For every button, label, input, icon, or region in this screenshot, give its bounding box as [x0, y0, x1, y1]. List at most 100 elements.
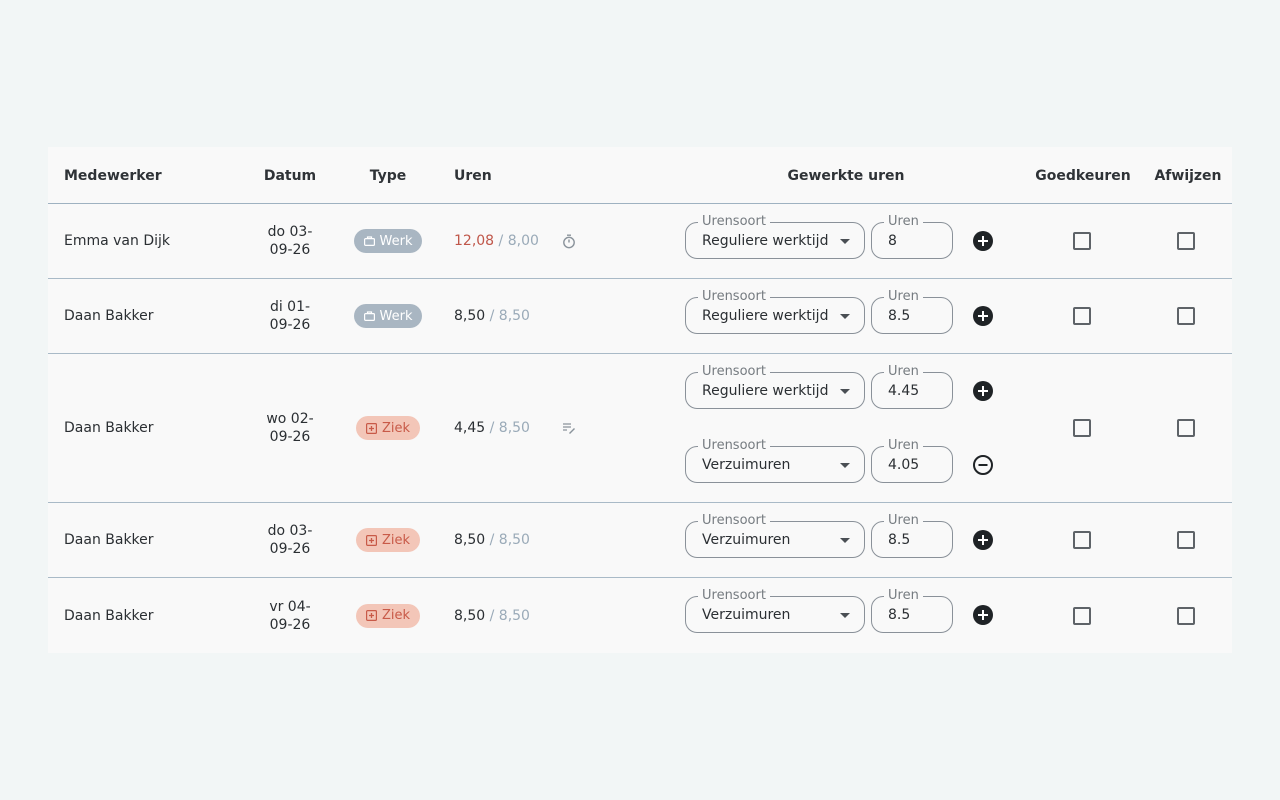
hours-input-label: Uren — [884, 364, 923, 380]
hour-type-value: Reguliere werktijd — [702, 383, 829, 399]
reject-checkbox[interactable] — [1177, 307, 1195, 325]
hour-type-value: Verzuimuren — [702, 457, 791, 473]
hour-entry: Urensoort Verzuimuren Uren 8.5 — [685, 513, 1005, 561]
hour-type-select[interactable]: Urensoort Reguliere werktijd — [685, 214, 865, 259]
column-header-approve: Goedkeuren — [1035, 167, 1131, 184]
stopwatch-icon[interactable] — [562, 234, 576, 249]
hours-value: 4,45 / 8,50 — [454, 420, 530, 436]
hours-input-label: Uren — [884, 289, 923, 305]
column-header-reject: Afwijzen — [1154, 167, 1222, 184]
employee-name: Daan Bakker — [64, 420, 154, 436]
hours-input[interactable]: Uren 8.5 — [871, 289, 953, 334]
approve-checkbox[interactable] — [1073, 531, 1091, 549]
medical-icon — [365, 610, 377, 621]
hour-entry: Urensoort Verzuimuren Uren 8.5 — [685, 588, 1005, 636]
hour-type-value: Verzuimuren — [702, 532, 791, 548]
hours-value: 12,08 / 8,00 — [454, 233, 539, 249]
approve-checkbox[interactable] — [1073, 307, 1091, 325]
reject-checkbox[interactable] — [1177, 419, 1195, 437]
table-row: Daan Bakker wo 02- 09-26 Ziek 4,45 / 8,50… — [48, 354, 1232, 503]
medical-icon — [365, 422, 377, 434]
hour-type-select[interactable]: Urensoort Verzuimuren — [685, 438, 865, 483]
hour-entry: Urensoort Reguliere werktijd Uren 8 — [685, 214, 1005, 262]
date-cell: vr 04- 09-26 — [269, 598, 311, 633]
hours-input-label: Uren — [884, 588, 923, 604]
hours-input-label: Uren — [884, 214, 923, 230]
employee-name: Emma van Dijk — [64, 233, 171, 249]
column-header-employee[interactable]: Medewerker — [64, 147, 244, 204]
reject-checkbox[interactable] — [1177, 606, 1195, 625]
column-header-hours[interactable]: Uren — [454, 147, 564, 204]
hour-type-label: Urensoort — [698, 289, 770, 305]
dropdown-caret-icon — [840, 613, 850, 618]
dropdown-caret-icon — [840, 538, 850, 543]
hours-input-value: 8 — [888, 233, 897, 249]
hours-input-value: 4.05 — [888, 457, 920, 473]
briefcase-icon — [363, 311, 375, 321]
hours-input[interactable]: Uren 8.5 — [871, 513, 953, 558]
remove-icon[interactable] — [973, 455, 993, 475]
type-badge: Ziek — [355, 603, 421, 628]
column-header-date[interactable]: Datum — [263, 147, 317, 204]
add-icon[interactable] — [973, 605, 993, 625]
table-row: Emma van Dijk do 03- 09-26 Werk 12,08 / 8… — [48, 204, 1232, 279]
table-row: Daan Bakker vr 04- 09-26 Ziek 8,50 / 8,50… — [48, 578, 1232, 653]
hours-input-label: Uren — [884, 438, 923, 454]
type-badge: Werk — [353, 229, 423, 253]
hour-type-select[interactable]: Urensoort Verzuimuren — [685, 513, 865, 558]
hours-input[interactable]: Uren 4.45 — [871, 364, 953, 409]
hours-input-value: 8.5 — [888, 607, 911, 623]
hour-entry: Urensoort Reguliere werktijd Uren 4.45 — [685, 364, 1005, 412]
column-header-type[interactable]: Type — [350, 147, 426, 204]
dropdown-caret-icon — [840, 463, 850, 468]
hour-type-value: Reguliere werktijd — [702, 233, 829, 249]
hour-type-label: Urensoort — [698, 438, 770, 454]
table-row: Daan Bakker di 01- 09-26 Werk 8,50 / 8,50… — [48, 279, 1232, 354]
hours-approval-table: Medewerker Datum Type Uren Gewerkte uren… — [48, 147, 1232, 653]
reject-checkbox[interactable] — [1177, 531, 1195, 549]
employee-name: Daan Bakker — [64, 532, 154, 548]
hour-type-label: Urensoort — [698, 364, 770, 380]
add-icon[interactable] — [973, 306, 993, 326]
approve-checkbox[interactable] — [1073, 232, 1091, 250]
employee-name: Daan Bakker — [64, 607, 154, 624]
hour-type-label: Urensoort — [698, 513, 770, 529]
approve-checkbox[interactable] — [1073, 606, 1091, 625]
hour-type-label: Urensoort — [698, 588, 770, 604]
table-row: Daan Bakker do 03- 09-26 Ziek 8,50 / 8,50… — [48, 503, 1232, 578]
date-cell: wo 02- 09-26 — [266, 411, 314, 445]
column-header-worked-hours: Gewerkte uren — [787, 167, 905, 184]
hours-value: 8,50 / 8,50 — [454, 532, 530, 548]
date-cell: do 03- 09-26 — [267, 224, 313, 258]
table-header: Medewerker Datum Type Uren Gewerkte uren… — [48, 147, 1232, 204]
approve-checkbox[interactable] — [1073, 419, 1091, 437]
hours-input-value: 8.5 — [888, 532, 911, 548]
hour-type-select[interactable]: Urensoort Verzuimuren — [685, 588, 865, 633]
hour-type-value: Verzuimuren — [702, 607, 791, 623]
dropdown-caret-icon — [840, 389, 850, 394]
hours-input-value: 4.45 — [888, 383, 920, 399]
edit-note-icon[interactable] — [562, 422, 576, 434]
hours-input[interactable]: Uren 4.05 — [871, 438, 953, 483]
date-cell: do 03- 09-26 — [267, 523, 313, 557]
hours-input-label: Uren — [884, 513, 923, 529]
hours-input-value: 8.5 — [888, 308, 911, 324]
hour-entry: Urensoort Verzuimuren Uren 4.05 — [685, 438, 1005, 486]
add-icon[interactable] — [973, 231, 993, 251]
hour-type-label: Urensoort — [698, 214, 770, 230]
add-icon[interactable] — [973, 381, 993, 401]
type-badge: Ziek — [355, 528, 421, 552]
hours-input[interactable]: Uren 8 — [871, 214, 953, 259]
dropdown-caret-icon — [840, 239, 850, 244]
hours-value: 8,50 / 8,50 — [454, 607, 530, 624]
date-cell: di 01- 09-26 — [269, 299, 311, 333]
hour-type-value: Reguliere werktijd — [702, 308, 829, 324]
employee-name: Daan Bakker — [64, 308, 154, 324]
hour-type-select[interactable]: Urensoort Reguliere werktijd — [685, 289, 865, 334]
hour-entry: Urensoort Reguliere werktijd Uren 8.5 — [685, 289, 1005, 337]
reject-checkbox[interactable] — [1177, 232, 1195, 250]
hour-type-select[interactable]: Urensoort Reguliere werktijd — [685, 364, 865, 409]
type-badge: Ziek — [355, 416, 421, 440]
hours-input[interactable]: Uren 8.5 — [871, 588, 953, 633]
add-icon[interactable] — [973, 530, 993, 550]
